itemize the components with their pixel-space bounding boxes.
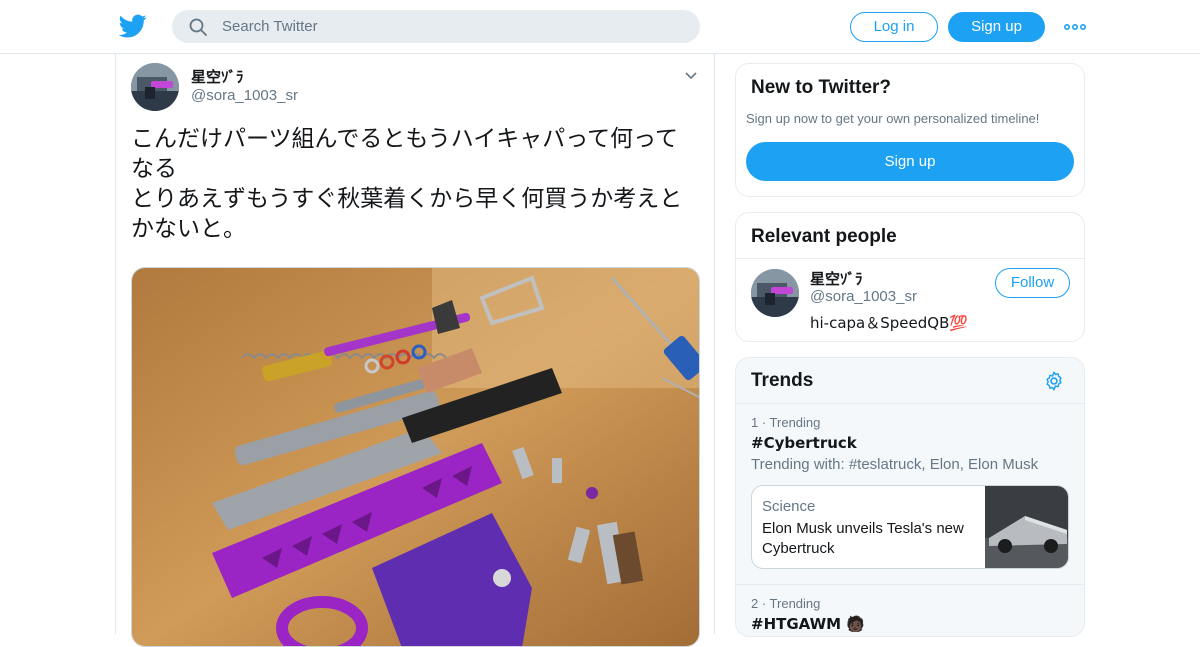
follow-button[interactable]: Follow xyxy=(995,268,1070,298)
avatar[interactable] xyxy=(131,63,179,111)
tweet-text: こんだけパーツ組んでるともうハイキャパって何ってなる とりあえずもうすぐ秋葉着く… xyxy=(131,126,683,242)
tweet-photo[interactable] xyxy=(131,267,700,647)
new-to-twitter-card: New to Twitter? Sign up now to get your … xyxy=(735,63,1085,197)
trend-news-card[interactable]: Science Elon Musk unveils Tesla's new Cy… xyxy=(751,485,1069,569)
divider xyxy=(736,258,1084,259)
card-subtitle: Sign up now to get your own personalized… xyxy=(746,111,1040,126)
trend-hashtag[interactable]: #HTGAWM 🧑🏿 xyxy=(751,615,865,633)
top-bar: Log in Sign up xyxy=(0,0,1200,54)
trends-card: Trends 1 · Trending #Cybertruck Trending… xyxy=(735,357,1085,637)
trend-meta: 1 · Trending xyxy=(751,415,821,430)
search-input[interactable] xyxy=(222,10,682,43)
author-handle[interactable]: @sora_1003_sr xyxy=(191,87,298,104)
news-thumbnail xyxy=(985,486,1068,568)
divider xyxy=(736,584,1084,585)
card-title: Relevant people xyxy=(751,226,897,247)
person-bio: hi-capa＆SpeedQB💯 xyxy=(810,314,969,332)
person-handle[interactable]: @sora_1003_sr xyxy=(810,288,917,305)
trend-hashtag[interactable]: #Cybertruck xyxy=(751,434,857,452)
gear-icon[interactable] xyxy=(1043,370,1065,392)
more-options-icon[interactable] xyxy=(1064,20,1086,34)
card-title: New to Twitter? xyxy=(751,77,892,98)
tweet-card: 星空ｿﾞﾗ @sora_1003_sr こんだけパーツ組んでるともうハイキャパっ… xyxy=(115,54,715,647)
person-name[interactable]: 星空ｿﾞﾗ xyxy=(810,268,863,289)
trend-related: Trending with: #teslatruck, Elon, Elon M… xyxy=(751,456,1039,473)
signup-cta-button[interactable]: Sign up xyxy=(746,142,1074,181)
search-box[interactable] xyxy=(172,10,700,43)
login-button[interactable]: Log in xyxy=(850,12,938,42)
news-headline[interactable]: Elon Musk unveils Tesla's new Cybertruck xyxy=(762,519,977,559)
trend-meta: 2 · Trending xyxy=(751,596,821,611)
author-name[interactable]: 星空ｿﾞﾗ xyxy=(191,66,244,87)
signup-button[interactable]: Sign up xyxy=(948,12,1045,42)
avatar[interactable] xyxy=(751,269,799,317)
search-icon xyxy=(189,18,207,36)
card-title: Trends xyxy=(751,370,814,391)
relevant-people-card: Relevant people 星空ｿﾞﾗ @sora_1003_sr hi-c… xyxy=(735,212,1085,342)
divider xyxy=(736,403,1084,404)
twitter-bird-icon[interactable] xyxy=(119,12,147,40)
news-category: Science xyxy=(762,498,816,515)
chevron-down-icon[interactable] xyxy=(684,69,698,83)
